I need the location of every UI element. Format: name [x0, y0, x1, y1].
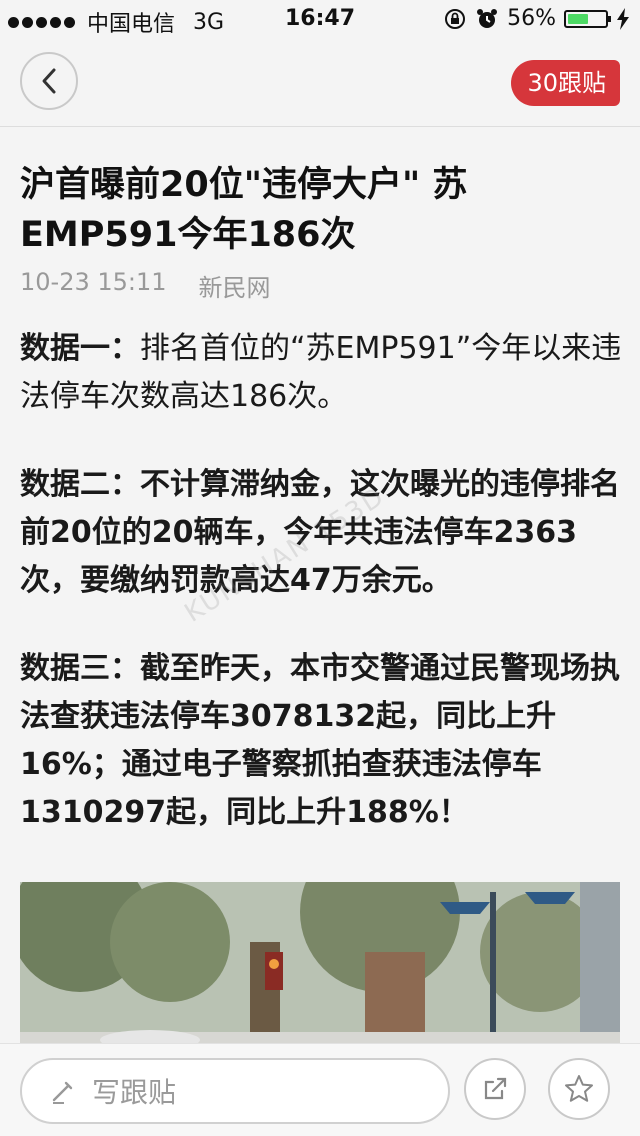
paragraph-1: 数据一：排名首位的“苏EMP591”今年以来违法停车次数高达186次。 — [20, 325, 624, 421]
article-meta: 10-23 15:11 新民网 — [20, 268, 624, 303]
nav-bar: 30跟贴 — [0, 40, 640, 127]
paragraph-3: 数据三：截至昨天，本市交警通过民警现场执法查获违法停车3078132起，同比上升… — [20, 645, 624, 837]
bottom-bar: 写跟贴 — [0, 1043, 640, 1136]
share-icon — [484, 1077, 507, 1100]
rotation-lock-icon — [445, 8, 466, 29]
status-bar: 中国电信 3G 16:47 56% — [0, 0, 640, 40]
comments-count-button[interactable]: 30跟贴 — [511, 60, 620, 106]
alarm-icon — [477, 8, 498, 28]
share-button[interactable] — [464, 1058, 526, 1120]
paragraph-lead: 数据二： — [20, 467, 140, 502]
charging-bolt-icon — [617, 7, 629, 30]
pencil-icon — [52, 1081, 73, 1104]
article: 沪首曝前20位"违停大户" 苏EMP591今年186次 10-23 15:11 … — [20, 160, 624, 837]
battery-percent: 56% — [507, 6, 556, 31]
favorite-button[interactable] — [548, 1058, 610, 1120]
chevron-left-icon — [42, 68, 56, 94]
article-title: 沪首曝前20位"违停大户" 苏EMP591今年186次 — [20, 165, 468, 255]
paragraph-lead: 数据三： — [20, 651, 140, 686]
article-source: 新民网 — [198, 274, 271, 302]
article-photo[interactable] — [20, 882, 620, 1062]
street-scene-image — [20, 882, 620, 1062]
comment-placeholder: 写跟贴 — [92, 1076, 177, 1109]
article-datetime: 10-23 15:11 — [20, 268, 167, 296]
write-comment-input[interactable]: 写跟贴 — [20, 1058, 450, 1124]
status-right: 56% — [443, 6, 630, 31]
battery-icon — [564, 9, 611, 28]
paragraph-lead: 数据一： — [20, 331, 140, 366]
back-button[interactable] — [20, 52, 78, 110]
star-icon — [565, 1075, 593, 1102]
